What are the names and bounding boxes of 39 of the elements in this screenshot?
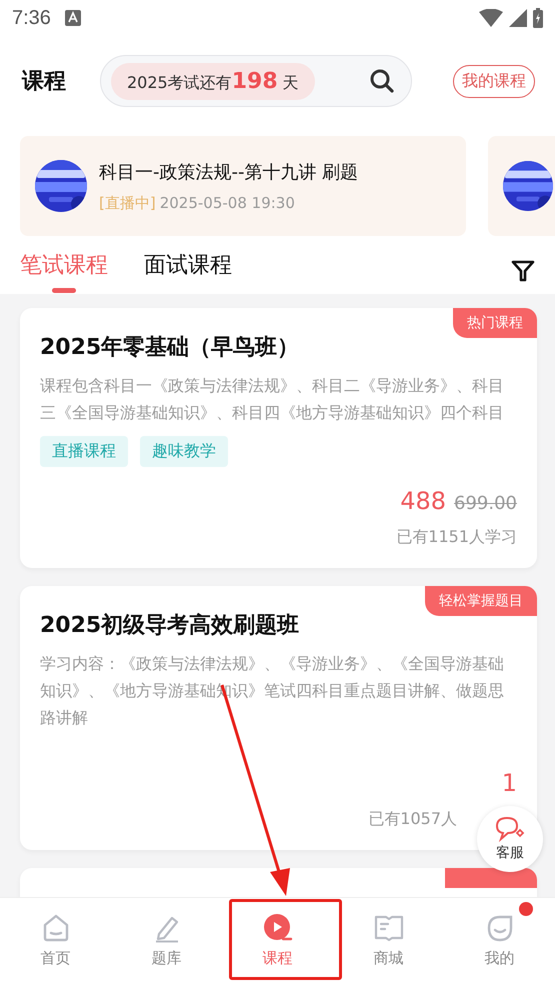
live-lesson-card[interactable]: 科目一-政策法规--第十九讲 刷题 [直播中] 2025-05-08 19:30 <box>20 136 466 236</box>
course-label: 趣味教学 <box>140 436 228 467</box>
learner-count: 已有1151人学习 <box>395 527 517 548</box>
learner-count: 已有1057人 <box>367 809 457 830</box>
nav-tab[interactable]: 首页 <box>0 898 111 982</box>
course-price: 1 <box>502 769 517 797</box>
search-icon <box>369 68 395 94</box>
course-tab[interactable]: 面试课程 <box>144 250 232 304</box>
course-tag: 轻松掌握题目 <box>425 586 537 616</box>
nav-tab[interactable]: 我的 <box>444 898 555 982</box>
my-courses-button[interactable]: 我的课程 <box>453 64 535 98</box>
course-tab[interactable]: 笔试课程 <box>20 250 108 304</box>
nav-tab[interactable]: 商城 <box>333 898 444 982</box>
lesson-title: 科目一-政策法规--第十九讲 刷题 <box>99 160 358 184</box>
filter-icon[interactable] <box>511 259 535 283</box>
wifi-icon <box>479 9 503 27</box>
exam-countdown: 2025考试还有198 天 <box>111 62 315 100</box>
course-title: 2025初级导考高效刷题班 <box>40 612 300 640</box>
course-description: 课程包含科目一《政策与法律法规》、科目二《导游业务》、科目三《全国导游基础知识》、科目四《地方导游基础知识》四个科目 <box>40 375 505 424</box>
chat-bubble-icon <box>495 816 525 842</box>
course-card[interactable]: 热门课程 2025年零基础（早鸟班） 课程包含科目一《政策与法律法规》、科目二《导游业务》、科目三《全国导游基础知识》、科目四《地方导游基础知识》四个科目 直播课程 趣味教学 488 699.00 已有1151人学习 <box>20 308 537 568</box>
course-tag: 热门课程 <box>453 308 537 338</box>
page-title: 课程 <box>22 68 67 96</box>
battery-icon <box>533 8 543 28</box>
original-price: 699.00 <box>454 493 517 514</box>
live-status: [直播中] <box>99 194 156 212</box>
live-lesson-card[interactable] <box>488 136 555 236</box>
course-card[interactable] <box>20 868 537 897</box>
keyboard-notification-icon <box>64 10 81 26</box>
course-label: 直播课程 <box>40 436 128 467</box>
lesson-time: 2025-05-08 19:30 <box>160 194 295 212</box>
signal-icon <box>509 9 527 27</box>
nav-tab[interactable]: 课程 <box>222 898 333 982</box>
course-title: 2025年零基础（早鸟班） <box>40 334 300 362</box>
search-bar[interactable]: 2025考试还有198 天 <box>100 55 412 107</box>
course-price: 488 <box>400 487 446 515</box>
play-icon <box>262 912 292 942</box>
nav-tab[interactable]: 题库 <box>111 898 222 982</box>
status-time: 7:36 <box>12 6 51 30</box>
